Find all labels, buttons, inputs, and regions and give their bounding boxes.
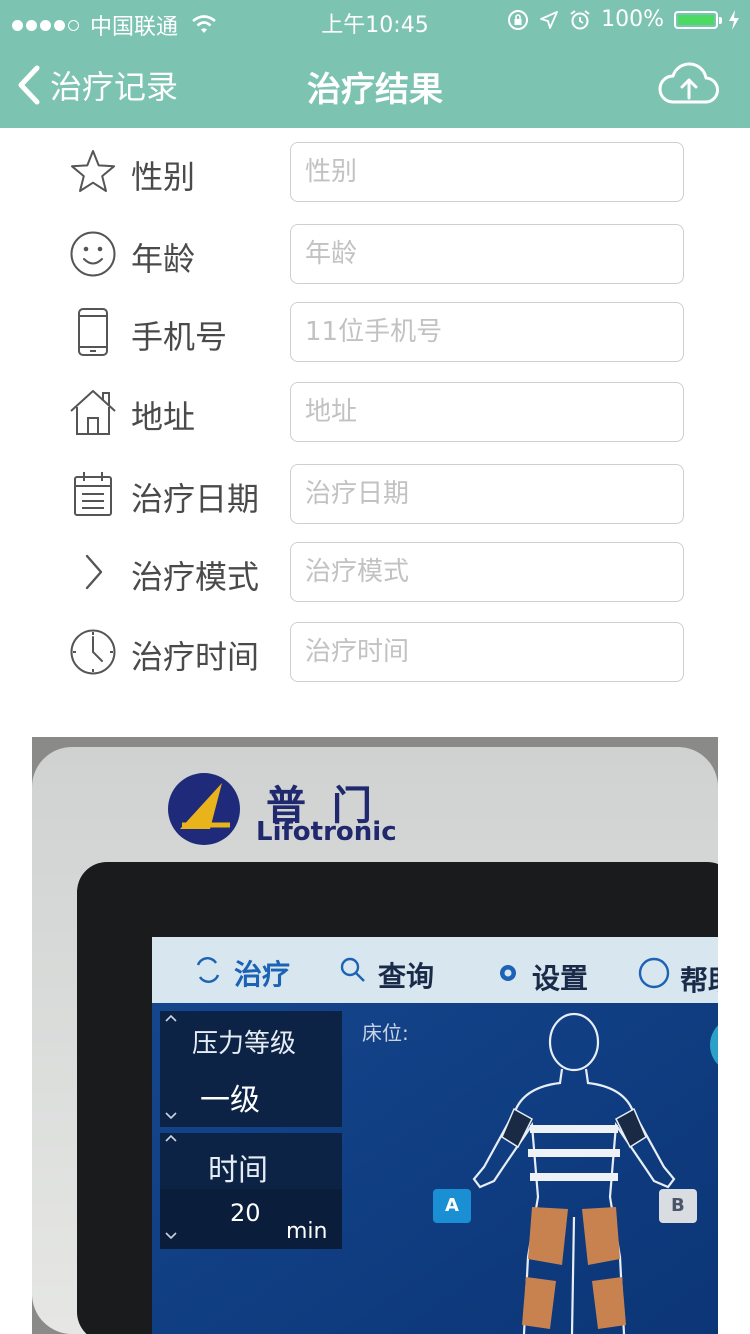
device-time-label: 时间 <box>208 1153 268 1188</box>
back-button[interactable]: 治疗记录 <box>16 62 178 108</box>
device-bed-label: 床位: <box>362 1021 409 1045</box>
calendar-icon <box>68 469 118 519</box>
age-input[interactable] <box>290 224 684 284</box>
battery-icon <box>674 10 722 29</box>
device-tab-help-wrap: 帮助 <box>680 959 718 999</box>
device-zone-a: A <box>445 1195 459 1216</box>
chevron-right-icon <box>68 547 118 597</box>
treatment-date-label: 治疗日期 <box>131 480 260 518</box>
form-row-phone: 手机号 <box>0 302 750 362</box>
treatment-date-input[interactable] <box>290 464 684 524</box>
alarm-icon <box>570 9 590 29</box>
device-time-value: 20 <box>230 1199 261 1227</box>
treatment-time-label: 治疗时间 <box>131 638 260 676</box>
location-arrow-icon <box>540 10 558 29</box>
gender-input[interactable] <box>290 142 684 202</box>
treatment-mode-input[interactable] <box>290 542 684 602</box>
age-label: 年龄 <box>131 240 196 278</box>
cloud-upload-icon <box>658 62 719 104</box>
home-icon <box>68 387 118 437</box>
device-pressure-label: 压力等级 <box>192 1029 297 1059</box>
phone-icon <box>68 307 118 357</box>
form-row-gender: 性别 <box>0 142 750 202</box>
form-row-treatment-mode: 治疗模式 <box>0 542 750 602</box>
treatment-time-input[interactable] <box>290 622 684 682</box>
device-brand-en: Lifotronic <box>256 817 397 847</box>
address-input[interactable] <box>290 382 684 442</box>
device-tab-help: 帮助 <box>680 964 718 997</box>
chevron-left-icon <box>18 65 40 105</box>
device-time-unit: min <box>286 1219 328 1244</box>
phone-input[interactable] <box>290 302 684 362</box>
device-pressure-value: 一级 <box>200 1083 260 1118</box>
charging-bolt-icon <box>729 9 739 30</box>
upload-button[interactable] <box>658 60 720 110</box>
clock-icon <box>68 627 118 677</box>
form-row-age: 年龄 <box>0 224 750 284</box>
smiley-icon <box>68 229 118 279</box>
navigation-bar: 治疗记录 治疗结果 <box>0 40 750 128</box>
battery-percentage: 100% <box>601 7 664 32</box>
gender-label: 性别 <box>131 158 196 196</box>
phone-label: 手机号 <box>131 318 228 356</box>
device-tab-treatment: 治疗 <box>234 958 291 991</box>
form-row-treatment-time: 治疗时间 <box>0 622 750 682</box>
address-label: 地址 <box>131 398 196 436</box>
device-tab-query: 查询 <box>378 960 435 993</box>
header: 中国联通 上午10:45 100% 治疗记录 治疗结果 <box>0 0 750 128</box>
form-row-address: 地址 <box>0 382 750 442</box>
status-bar: 中国联通 上午10:45 100% <box>0 0 750 40</box>
status-right: 100% <box>507 7 740 32</box>
treatment-mode-label: 治疗模式 <box>131 558 260 596</box>
form-row-treatment-date: 治疗日期 <box>0 464 750 524</box>
device-tab-settings: 设置 <box>532 962 589 995</box>
star-icon <box>68 147 118 197</box>
treatment-photo[interactable]: 普 门 Lifotronic 治疗 查询 设置 帮助 压力等级 一级 时间 20… <box>32 737 718 1334</box>
device-zone-b: B <box>671 1195 685 1216</box>
back-button-label: 治疗记录 <box>50 68 179 106</box>
rotation-lock-icon <box>508 9 529 30</box>
